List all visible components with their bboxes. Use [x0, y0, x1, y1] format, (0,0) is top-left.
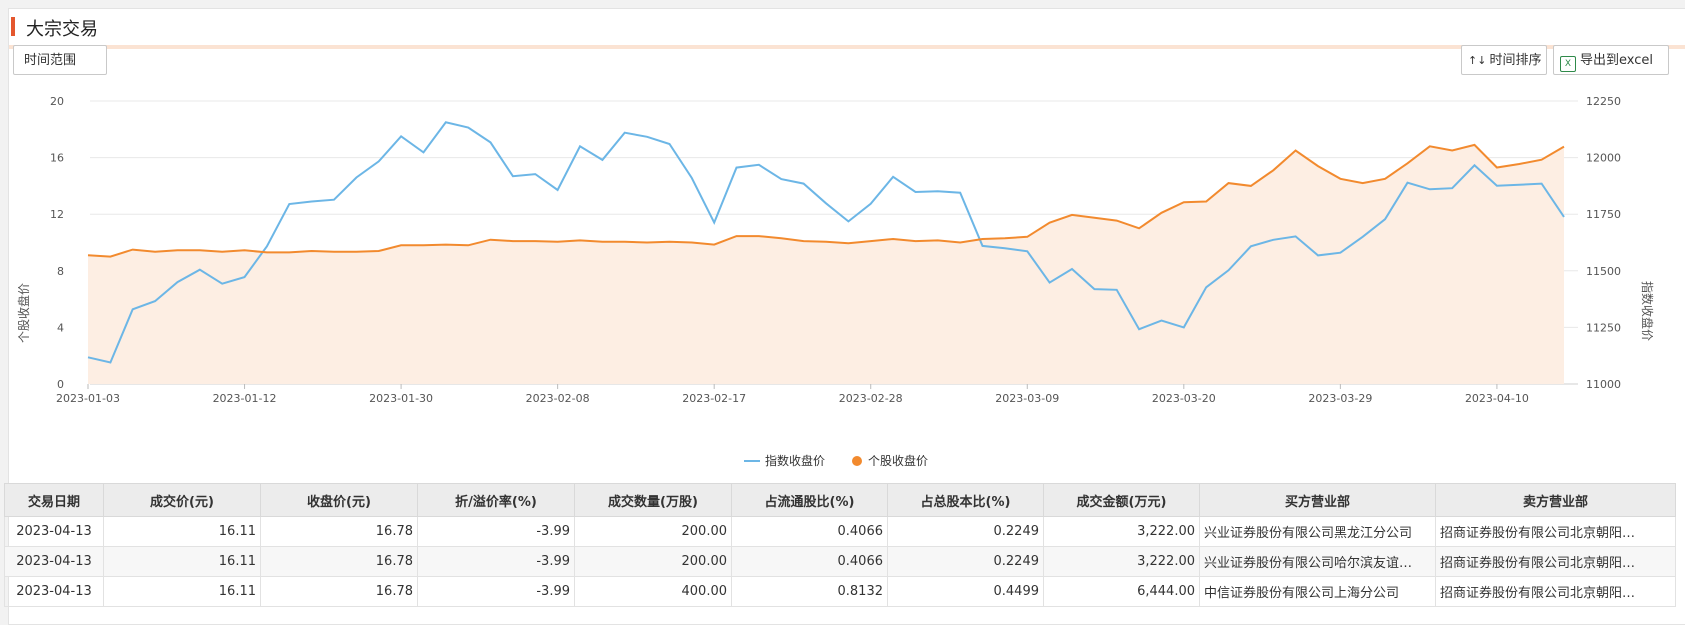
table-cell: -3.99	[417, 576, 575, 607]
table-header-row: 交易日期 成交价(元) 收盘价(元) 折/溢价率(%) 成交数量(万股) 占流通股比(%)…	[4, 483, 1676, 517]
left-tick-label: 16	[50, 152, 64, 165]
table-cell: 200.00	[574, 546, 732, 577]
table-cell: 16.11	[103, 516, 261, 547]
left-tick-label: 20	[50, 95, 64, 108]
left-tick-label: 12	[50, 208, 64, 221]
table-cell: 中信证券股份有限公司上海分公司	[1199, 576, 1436, 607]
page-title: 大宗交易	[26, 19, 98, 40]
time-sort-label: 时间排序	[1489, 53, 1542, 68]
excel-icon: X	[1560, 56, 1576, 72]
right-tick-label: 12250	[1586, 95, 1621, 108]
x-tick-label: 2023-02-08	[526, 392, 590, 405]
table-cell: 0.4066	[731, 546, 888, 577]
table-cell: 16.78	[260, 516, 418, 547]
table-cell: 招商证券股份有限公司北京朝阳…	[1435, 516, 1676, 547]
right-tick-label: 11250	[1586, 321, 1621, 334]
right-tick-label: 11500	[1586, 265, 1621, 278]
left-tick-label: 8	[57, 265, 64, 278]
price-chart: 0 4 8 12 16 20 11000 11250 11500 11750 12000 12250…	[16, 95, 1655, 468]
x-tick-label: 2023-03-20	[1152, 392, 1216, 405]
table-body: 2023-04-13 16.11 16.78 -3.99 200.00 0.4066 0.2…	[4, 516, 1676, 607]
x-tick-label: 2023-02-17	[682, 392, 746, 405]
time-sort-button[interactable]: ↑↓ 时间排序	[1461, 45, 1547, 75]
stock-close-area	[88, 144, 1564, 384]
table-row[interactable]: 2023-04-13 16.11 16.78 -3.99 400.00 0.8132 0.4…	[4, 576, 1676, 607]
column-header: 交易日期	[4, 483, 104, 517]
column-header: 成交数量(万股)	[574, 483, 732, 517]
table-row[interactable]: 2023-04-13 16.11 16.78 -3.99 200.00 0.4066 0.2…	[4, 546, 1676, 577]
x-tick-label: 2023-04-10	[1465, 392, 1529, 405]
header-accent-bar	[11, 17, 15, 36]
legend-stock-label: 个股收盘价	[868, 453, 928, 468]
column-header: 占流通股比(%)	[731, 483, 888, 517]
table-row[interactable]: 2023-04-13 16.11 16.78 -3.99 200.00 0.4066 0.2…	[4, 516, 1676, 547]
table-cell: 招商证券股份有限公司北京朝阳…	[1435, 546, 1676, 577]
column-header: 买方营业部	[1199, 483, 1436, 517]
table-cell: 16.11	[103, 546, 261, 577]
column-header: 收盘价(元)	[260, 483, 418, 517]
legend-index-label: 指数收盘价	[765, 453, 825, 468]
table-cell: 2023-04-13	[4, 576, 104, 607]
table-cell: 2023-04-13	[4, 516, 104, 547]
left-axis-label: 个股收盘价	[16, 283, 31, 343]
column-header: 占总股本比(%)	[887, 483, 1044, 517]
table-cell: 16.78	[260, 576, 418, 607]
table-cell: 招商证券股份有限公司北京朝阳…	[1435, 576, 1676, 607]
x-tick-label: 2023-02-28	[839, 392, 903, 405]
x-tick-label: 2023-03-09	[995, 392, 1059, 405]
right-axis-label: 指数收盘价	[1640, 281, 1655, 341]
time-range-button[interactable]: 时间范围	[13, 45, 107, 75]
column-header: 成交价(元)	[103, 483, 261, 517]
table-cell: 兴业证券股份有限公司黑龙江分公司	[1199, 516, 1436, 547]
table-cell: 3,222.00	[1043, 546, 1200, 577]
export-excel-button[interactable]: X 导出到excel	[1553, 45, 1669, 75]
column-header: 成交金额(万元)	[1043, 483, 1200, 517]
export-excel-label: 导出到excel	[1580, 53, 1653, 68]
legend-stock-swatch	[852, 456, 862, 466]
table-cell: 2023-04-13	[4, 546, 104, 577]
table-cell: 0.4066	[731, 516, 888, 547]
table-cell: 0.2249	[887, 516, 1044, 547]
column-header: 折/溢价率(%)	[417, 483, 575, 517]
time-range-label: 时间范围	[24, 53, 77, 68]
table-cell: 0.2249	[887, 546, 1044, 577]
right-tick-label: 12000	[1586, 152, 1621, 165]
table-cell: 0.8132	[731, 576, 888, 607]
right-axis-ticks: 11000 11250 11500 11750 12000 12250	[1586, 95, 1621, 391]
sort-icon: ↑↓	[1468, 54, 1487, 67]
table-cell: 3,222.00	[1043, 516, 1200, 547]
x-tick-label: 2023-01-03	[56, 392, 120, 405]
block-trade-table: 交易日期 成交价(元) 收盘价(元) 折/溢价率(%) 成交数量(万股) 占流通股比(%)…	[4, 483, 1676, 607]
right-tick-label: 11750	[1586, 208, 1621, 221]
panel-header: 大宗交易	[9, 9, 1685, 49]
table-cell: -3.99	[417, 516, 575, 547]
x-tick-label: 2023-03-29	[1308, 392, 1372, 405]
table-cell: -3.99	[417, 546, 575, 577]
table-cell: 0.4499	[887, 576, 1044, 607]
left-tick-label: 4	[57, 321, 64, 334]
chart-legend[interactable]: 指数收盘价 个股收盘价	[744, 453, 928, 468]
x-tick-label: 2023-01-12	[213, 392, 277, 405]
left-tick-label: 0	[57, 378, 64, 391]
table-cell: 16.11	[103, 576, 261, 607]
table-cell: 兴业证券股份有限公司哈尔滨友谊…	[1199, 546, 1436, 577]
table-cell: 6,444.00	[1043, 576, 1200, 607]
x-axis-ticks: 2023-01-03 2023-01-12 2023-01-30 2023-02-08…	[56, 384, 1529, 405]
table-cell: 200.00	[574, 516, 732, 547]
table-cell: 400.00	[574, 576, 732, 607]
right-tick-label: 11000	[1586, 378, 1621, 391]
table-cell: 16.78	[260, 546, 418, 577]
left-axis-ticks: 0 4 8 12 16 20	[50, 95, 64, 391]
x-tick-label: 2023-01-30	[369, 392, 433, 405]
column-header: 卖方营业部	[1435, 483, 1676, 517]
